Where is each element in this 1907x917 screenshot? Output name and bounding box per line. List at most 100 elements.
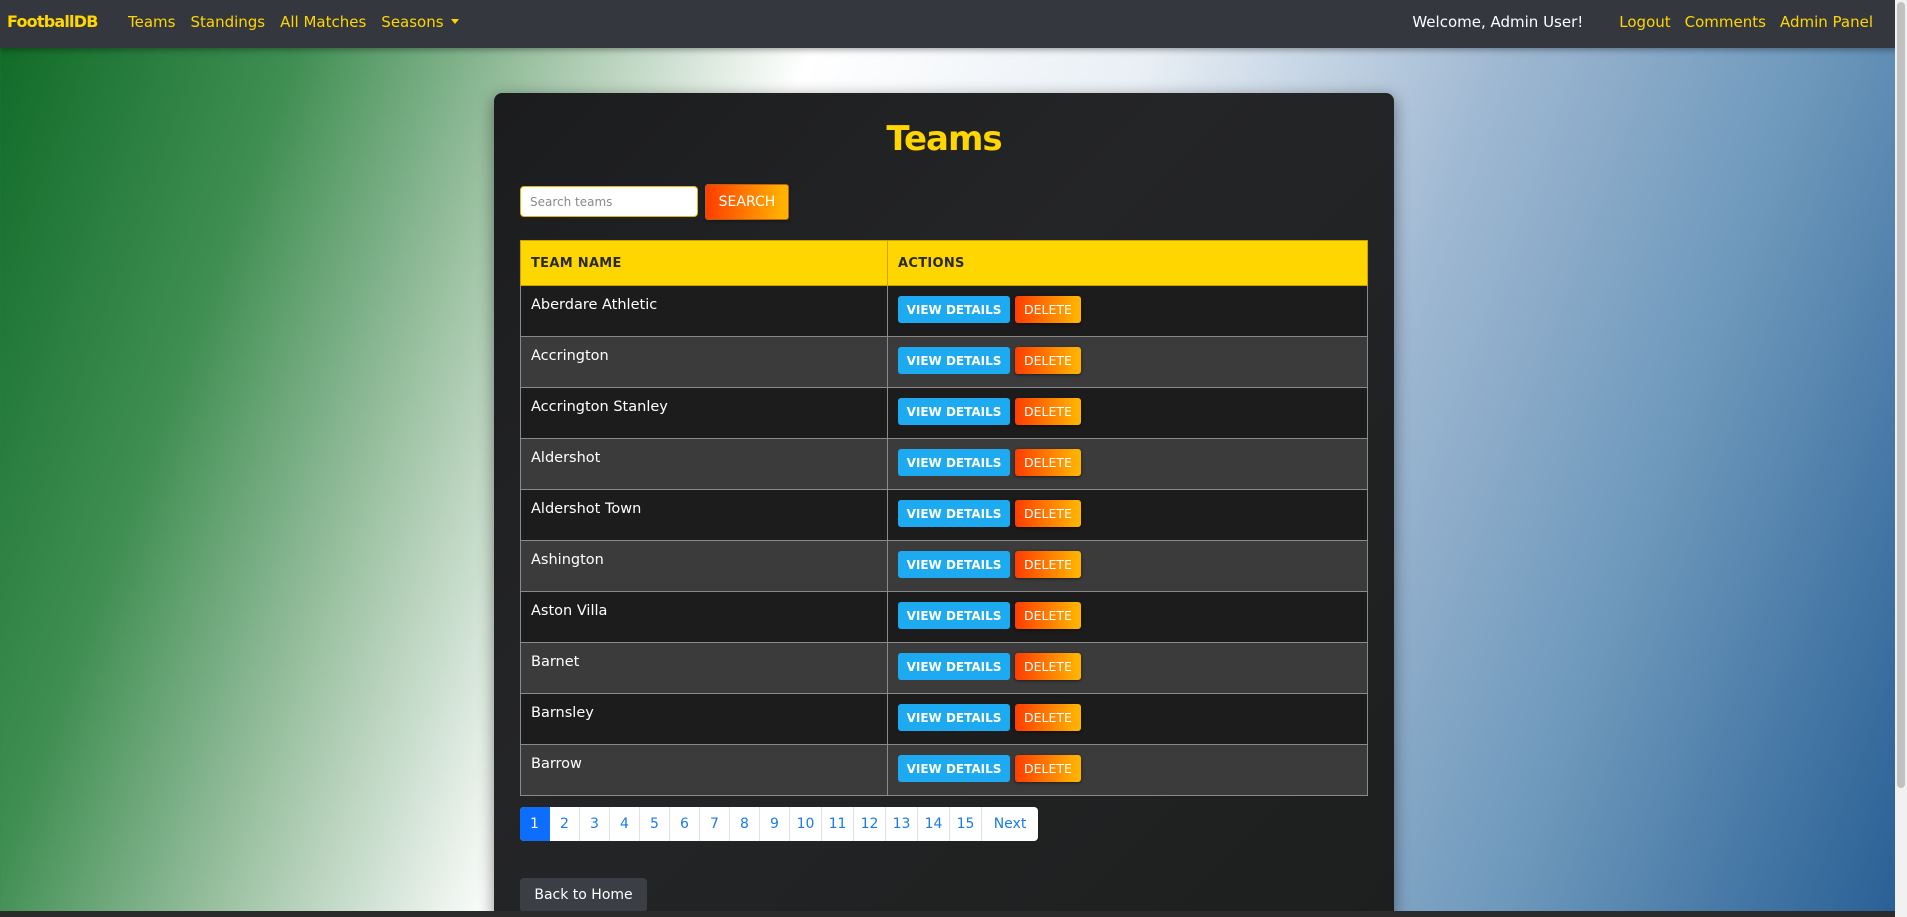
table-body: Aberdare Athletic VIEW DETAILS DELETE Accri… <box>520 285 1368 796</box>
view-details-button[interactable]: VIEW DETAILS <box>898 704 1010 731</box>
actions-cell: VIEW DETAILS DELETE <box>887 693 1368 745</box>
vertical-scrollbar[interactable] <box>1895 0 1907 917</box>
column-header-team-name: TEAM NAME <box>520 240 888 286</box>
page-link-14[interactable]: 14 <box>918 807 950 841</box>
table-row: Barrow VIEW DETAILS DELETE <box>520 744 1368 796</box>
team-name-cell: Accrington Stanley <box>520 387 888 439</box>
delete-button[interactable]: DELETE <box>1015 398 1081 425</box>
view-details-button[interactable]: VIEW DETAILS <box>898 449 1010 476</box>
delete-button[interactable]: DELETE <box>1015 500 1081 527</box>
actions-cell: VIEW DETAILS DELETE <box>887 438 1368 490</box>
nav-link-all-matches[interactable]: All Matches <box>280 13 366 31</box>
team-name[interactable]: Accrington Stanley <box>531 388 877 415</box>
team-name[interactable]: Barnet <box>531 643 877 670</box>
delete-button[interactable]: DELETE <box>1015 653 1081 680</box>
row-actions: VIEW DETAILS DELETE <box>898 388 1357 425</box>
row-actions: VIEW DETAILS DELETE <box>898 490 1357 527</box>
delete-button[interactable]: DELETE <box>1015 602 1081 629</box>
actions-cell: VIEW DETAILS DELETE <box>887 336 1368 388</box>
team-name[interactable]: Aston Villa <box>531 592 877 619</box>
actions-cell: VIEW DETAILS DELETE <box>887 489 1368 541</box>
actions-cell: VIEW DETAILS DELETE <box>887 642 1368 694</box>
nav-links: Teams Standings All Matches Seasons <box>128 13 474 31</box>
view-details-button[interactable]: VIEW DETAILS <box>898 653 1010 680</box>
actions-cell: VIEW DETAILS DELETE <box>887 285 1368 337</box>
team-name-cell: Aberdare Athletic <box>520 285 888 337</box>
team-name[interactable]: Barrow <box>531 745 877 772</box>
bottom-edge <box>0 911 1895 917</box>
team-name[interactable]: Aldershot <box>531 439 877 466</box>
teams-table: TEAM NAME ACTIONS Aberdare Athletic VIEW … <box>520 240 1368 796</box>
nav-link-logout[interactable]: Logout <box>1619 13 1670 31</box>
nav-link-standings[interactable]: Standings <box>190 13 265 31</box>
view-details-button[interactable]: VIEW DETAILS <box>898 347 1010 374</box>
team-name-cell: Barnsley <box>520 693 888 745</box>
delete-button[interactable]: DELETE <box>1015 755 1081 782</box>
page-link-1[interactable]: 1 <box>520 807 550 841</box>
view-details-button[interactable]: VIEW DETAILS <box>898 551 1010 578</box>
page-link-11[interactable]: 11 <box>822 807 854 841</box>
page-link-7[interactable]: 7 <box>700 807 730 841</box>
scrollbar-thumb[interactable] <box>1897 2 1905 788</box>
table-header-row: TEAM NAME ACTIONS <box>520 240 1368 286</box>
team-name[interactable]: Accrington <box>531 337 877 364</box>
page-link-5[interactable]: 5 <box>640 807 670 841</box>
row-actions: VIEW DETAILS DELETE <box>898 643 1357 680</box>
page-link-9[interactable]: 9 <box>760 807 790 841</box>
team-name[interactable]: Ashington <box>531 541 877 568</box>
page-link-4[interactable]: 4 <box>610 807 640 841</box>
table-row: Aston Villa VIEW DETAILS DELETE <box>520 591 1368 643</box>
page-link-6[interactable]: 6 <box>670 807 700 841</box>
page-link-8[interactable]: 8 <box>730 807 760 841</box>
page-link-10[interactable]: 10 <box>790 807 822 841</box>
table-row: Accrington Stanley VIEW DETAILS DELETE <box>520 387 1368 439</box>
delete-button[interactable]: DELETE <box>1015 704 1081 731</box>
view-details-button[interactable]: VIEW DETAILS <box>898 602 1010 629</box>
page-link-next[interactable]: Next <box>982 807 1038 841</box>
nav-link-comments[interactable]: Comments <box>1685 13 1766 31</box>
search-input[interactable] <box>520 186 698 217</box>
team-name[interactable]: Aberdare Athletic <box>531 286 877 313</box>
nav-link-admin-panel[interactable]: Admin Panel <box>1780 13 1873 31</box>
team-name[interactable]: Aldershot Town <box>531 490 877 517</box>
pagination: 1 2 3 4 5 6 7 8 9 10 11 12 13 14 15 Next <box>520 807 1038 841</box>
welcome-text: Welcome, Admin User! <box>1412 13 1584 31</box>
back-to-home-button[interactable]: Back to Home <box>520 878 647 912</box>
nav-link-teams[interactable]: Teams <box>128 13 175 31</box>
view-details-button[interactable]: VIEW DETAILS <box>898 755 1010 782</box>
view-details-button[interactable]: VIEW DETAILS <box>898 296 1010 323</box>
delete-button[interactable]: DELETE <box>1015 449 1081 476</box>
delete-button[interactable]: DELETE <box>1015 296 1081 323</box>
table-row: Aberdare Athletic VIEW DETAILS DELETE <box>520 285 1368 337</box>
row-actions: VIEW DETAILS DELETE <box>898 694 1357 731</box>
nav-dropdown-seasons[interactable]: Seasons <box>381 13 459 31</box>
page-link-13[interactable]: 13 <box>886 807 918 841</box>
page-link-2[interactable]: 2 <box>550 807 580 841</box>
table-row: Barnet VIEW DETAILS DELETE <box>520 642 1368 694</box>
table-row: Aldershot Town VIEW DETAILS DELETE <box>520 489 1368 541</box>
team-name-cell: Aston Villa <box>520 591 888 643</box>
row-actions: VIEW DETAILS DELETE <box>898 541 1357 578</box>
view-details-button[interactable]: VIEW DETAILS <box>898 398 1010 425</box>
brand-logo[interactable]: FootballDB <box>7 12 98 31</box>
nav-user-area: Welcome, Admin User! Logout Comments Adm… <box>1412 13 1873 31</box>
table-row: Ashington VIEW DETAILS DELETE <box>520 540 1368 592</box>
page-link-3[interactable]: 3 <box>580 807 610 841</box>
teams-card: Teams SEARCH TEAM NAME ACTIONS Aberdare … <box>494 93 1394 917</box>
team-name[interactable]: Barnsley <box>531 694 877 721</box>
search-button[interactable]: SEARCH <box>705 184 789 220</box>
top-navbar: FootballDB Teams Standings All Matches S… <box>0 0 1907 48</box>
row-actions: VIEW DETAILS DELETE <box>898 286 1357 323</box>
row-actions: VIEW DETAILS DELETE <box>898 439 1357 476</box>
page-link-12[interactable]: 12 <box>854 807 886 841</box>
delete-button[interactable]: DELETE <box>1015 347 1081 374</box>
seasons-label: Seasons <box>381 13 444 31</box>
page-link-15[interactable]: 15 <box>950 807 982 841</box>
team-name-cell: Ashington <box>520 540 888 592</box>
row-actions: VIEW DETAILS DELETE <box>898 592 1357 629</box>
delete-button[interactable]: DELETE <box>1015 551 1081 578</box>
actions-cell: VIEW DETAILS DELETE <box>887 591 1368 643</box>
team-name-cell: Barrow <box>520 744 888 796</box>
row-actions: VIEW DETAILS DELETE <box>898 745 1357 782</box>
view-details-button[interactable]: VIEW DETAILS <box>898 500 1010 527</box>
